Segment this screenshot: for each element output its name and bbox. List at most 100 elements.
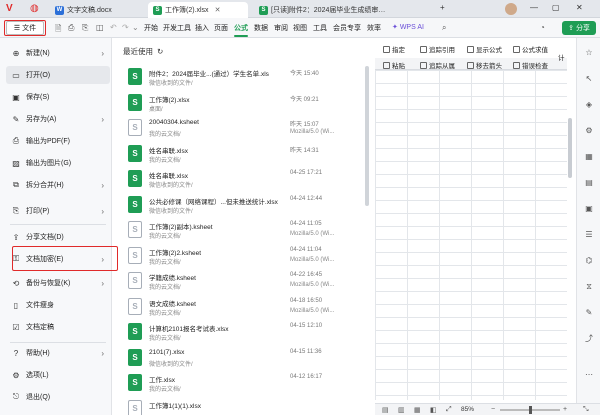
recent-file-row[interactable]: S 工作.xlsx 我的云文档/04-12 16:17: [125, 372, 365, 396]
menu-split-merge[interactable]: ⧉ 拆分合并(H) ›: [6, 176, 110, 194]
recent-file-row[interactable]: S 2101(7).xlsx 微信收到的文件/04-15 11:36: [125, 347, 365, 371]
chevron-down-icon[interactable]: ⌄: [132, 23, 139, 32]
menu-print[interactable]: ⎘ 打印(P) ›: [6, 202, 110, 220]
recent-file-row[interactable]: S 学籍成绩.ksheet 我的云文档/04-22 16:45 Mozilla/5.0…: [125, 270, 365, 294]
zoom-level[interactable]: 85%: [461, 406, 474, 413]
refresh-icon[interactable]: ↻: [157, 47, 163, 56]
share-button[interactable]: ⇪ 分享: [562, 21, 596, 35]
recent-file-row[interactable]: S 计算机2101报名考试表.xlsx 我的云文档/04-15 12:10: [125, 321, 365, 345]
fit-screen-icon[interactable]: ⤡: [583, 406, 589, 414]
search-icon[interactable]: ⌕: [442, 23, 446, 33]
error-check-tool[interactable]: 错误检查: [513, 60, 548, 70]
wps-ai-button[interactable]: ✦ WPS AI: [392, 23, 424, 31]
save-quick-icon[interactable]: 🗎: [55, 23, 61, 37]
menu-page[interactable]: 页面: [214, 23, 228, 33]
zoom-slider-knob[interactable]: [528, 406, 532, 414]
recent-file-row[interactable]: S 附件2：2024届毕业...(通过）学生名单.xls 微信收到的文件/今天 15…: [125, 66, 365, 90]
trace-dependents-tool[interactable]: 追踪从属: [420, 60, 455, 70]
avatar[interactable]: [505, 3, 517, 15]
paste-name-tool[interactable]: 粘贴: [383, 60, 405, 70]
file-menu-button[interactable]: ☰ 文件: [6, 21, 44, 35]
menu-export-image[interactable]: ▨ 输出为图片(G): [6, 154, 110, 172]
menu-export-pdf[interactable]: ⎙ 输出为PDF(F): [6, 132, 110, 150]
new-tab-icon[interactable]: +: [440, 3, 445, 12]
zoom-in-icon[interactable]: +: [563, 406, 567, 413]
cursor-icon[interactable]: ↖: [584, 74, 594, 84]
comment-icon[interactable]: ☰: [584, 230, 594, 240]
undo-icon[interactable]: ↶: [110, 23, 117, 32]
recent-file-row[interactable]: S 20040304.ksheet 我的云文档/昨天 15:07 Mozilla/5.…: [125, 117, 365, 141]
recent-file-row[interactable]: S 语文成绩.ksheet 我的云文档/04-18 16:50 Mozilla/5.0…: [125, 296, 365, 320]
close-window-icon[interactable]: ✕: [576, 3, 583, 12]
preview-icon[interactable]: ◫: [96, 23, 104, 32]
vertical-scrollbar[interactable]: [568, 118, 572, 178]
print-quick-icon[interactable]: ⎘: [82, 23, 88, 33]
filter-icon[interactable]: ⌬: [584, 256, 594, 266]
menu-open[interactable]: ▭ 打开(O): [6, 66, 110, 84]
trace-precedents-tool[interactable]: 追踪引用: [420, 44, 455, 54]
menu-member[interactable]: 会员专享: [333, 23, 361, 33]
notification-icon[interactable]: ◔: [540, 23, 545, 32]
star-icon[interactable]: ☆: [584, 48, 594, 58]
share-side-icon[interactable]: ⤴: [584, 334, 594, 344]
cell-grid[interactable]: [375, 70, 567, 400]
tab-doc-3[interactable]: S [只读]附件2：2024届毕业生成绩审…: [254, 2, 436, 18]
menu-share-doc[interactable]: ⇪ 分享文档(D): [6, 228, 110, 246]
evaluate-formula-tool[interactable]: 公式求值: [513, 44, 548, 54]
calc-tool[interactable]: 计: [558, 52, 565, 62]
menu-view[interactable]: 视图: [293, 23, 307, 33]
recent-file-row[interactable]: S 工作簿(2)2.ksheet 我的云文档/04-24 11:04 Mozilla/…: [125, 245, 365, 269]
view-layout-icon[interactable]: ▦: [414, 406, 421, 414]
minimize-icon[interactable]: —: [530, 3, 538, 12]
image-icon[interactable]: ▣: [584, 204, 594, 214]
menu-dev-tools[interactable]: 开发工具: [163, 23, 191, 33]
tools-icon[interactable]: ✎: [584, 308, 594, 318]
show-formula-tool[interactable]: 显示公式: [467, 44, 502, 54]
redo-icon[interactable]: ↷: [122, 23, 129, 32]
menu-data[interactable]: 数据: [254, 23, 268, 33]
maximize-icon[interactable]: ▢: [552, 3, 560, 12]
menu-formula[interactable]: 公式: [234, 23, 248, 37]
recent-file-row[interactable]: S 工作簿(2)副本).ksheet 我的云文档/04-24 11:05 Mozill…: [125, 219, 365, 243]
view-normal-icon[interactable]: ▤: [382, 406, 389, 414]
menu-insert[interactable]: 插入: [195, 23, 209, 33]
menu-start[interactable]: 开始: [144, 23, 158, 33]
recent-file-row[interactable]: S 姓名串联.xlsx 微信收到的文件/04-25 17:21: [125, 168, 365, 192]
menu-save[interactable]: ▣ 保存(S): [6, 88, 110, 106]
named-range-tool[interactable]: 指定: [383, 44, 405, 54]
view-read-icon[interactable]: ◧: [430, 406, 437, 414]
export-icon[interactable]: ⎙: [68, 23, 74, 33]
settings-icon[interactable]: ⚙: [584, 126, 594, 136]
recent-file-row[interactable]: S 姓名串联.xlsx 我的云文档/昨天 14:31: [125, 143, 365, 167]
tab-doc-1[interactable]: W 文字文稿.docx: [50, 2, 140, 18]
recent-file-row[interactable]: S 工作簿1(1)(1).xlsx: [125, 398, 365, 415]
zoom-slider[interactable]: [500, 406, 560, 414]
close-icon[interactable]: ✕: [215, 6, 221, 14]
history-icon[interactable]: ⧖: [584, 282, 594, 292]
menu-doc-finalize[interactable]: ☑ 文档定稿: [6, 318, 110, 336]
menu-file-slim[interactable]: ▯ 文件瘦身: [6, 296, 110, 314]
wps-logo-icon[interactable]: V: [6, 3, 18, 15]
chart-icon[interactable]: ▤: [584, 178, 594, 188]
menu-exit[interactable]: ⎋ 退出(Q): [6, 388, 110, 406]
menu-help[interactable]: ? 帮助(H) ›: [6, 344, 110, 362]
view-page-icon[interactable]: ▥: [398, 406, 405, 414]
menu-new[interactable]: ⊕ 新建(N) ›: [6, 44, 110, 62]
table-icon[interactable]: ▦: [584, 152, 594, 162]
recent-file-row[interactable]: S 公共必修课（网络课程）...但未推送统计.xlsx 微信收到的文件/04-24 …: [125, 194, 365, 218]
style-icon[interactable]: ◈: [584, 100, 594, 110]
menu-save-as[interactable]: ✎ 另存为(A) ›: [6, 110, 110, 128]
menu-efficiency[interactable]: 效率: [367, 23, 381, 33]
recent-file-row[interactable]: S 工作簿(2).xlsx 桌面/今天 09:21: [125, 92, 365, 116]
menu-tools[interactable]: 工具: [313, 23, 327, 33]
more-icon[interactable]: ⋯: [584, 370, 594, 380]
fullscreen-icon[interactable]: ⤢: [446, 406, 452, 414]
wps-home-icon[interactable]: ◍: [30, 3, 42, 15]
tab-doc-2[interactable]: S 工作簿(2).xlsx ✕: [148, 2, 248, 18]
remove-arrows-tool[interactable]: 移去箭头: [467, 60, 502, 70]
menu-review[interactable]: 审阅: [274, 23, 288, 33]
menu-doc-encrypt[interactable]: ⚿ 文档加密(E) ›: [6, 250, 110, 268]
recent-scrollbar[interactable]: [365, 66, 369, 206]
menu-options[interactable]: ⚙ 选项(L): [6, 366, 110, 384]
zoom-out-icon[interactable]: −: [491, 406, 495, 413]
